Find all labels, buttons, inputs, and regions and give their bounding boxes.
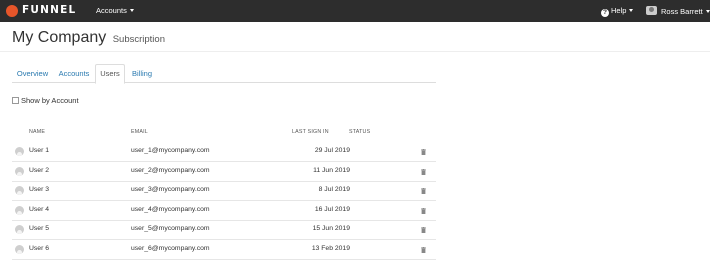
user-avatar-icon xyxy=(646,6,657,15)
user-email: user_4@mycompany.com xyxy=(131,206,210,213)
user-email: user_6@mycompany.com xyxy=(131,245,210,252)
tab-bar: Overview Accounts Users Billing xyxy=(12,64,436,84)
chevron-down-icon xyxy=(129,9,134,12)
column-header-status: STATUS xyxy=(349,129,371,135)
table-row: User 1 user_1@mycompany.com 29 Jul 2019 xyxy=(12,142,436,162)
user-menu-dropdown[interactable]: Ross Barrett xyxy=(646,6,710,16)
user-menu-name: Ross Barrett xyxy=(661,7,703,16)
column-header-email: EMAIL xyxy=(131,129,148,135)
accounts-dropdown[interactable]: Accounts xyxy=(96,6,134,15)
question-circle-icon: ? xyxy=(601,9,609,17)
header-divider xyxy=(0,51,710,52)
page-title-company: My Company xyxy=(12,29,107,46)
user-last-sign-in: 13 Feb 2019 xyxy=(311,245,350,252)
chevron-down-icon xyxy=(629,9,634,12)
user-email: user_5@mycompany.com xyxy=(131,225,210,232)
column-header-last-sign-in: LAST SIGN IN xyxy=(292,129,329,135)
user-email: user_1@mycompany.com xyxy=(131,147,210,154)
trash-icon[interactable] xyxy=(421,169,426,175)
user-circle-icon xyxy=(15,147,24,156)
column-header-name: NAME xyxy=(29,129,46,135)
tab-accounts[interactable]: Accounts xyxy=(53,64,95,83)
user-name: User 1 xyxy=(29,147,50,154)
top-navbar: FUNNEL Accounts ? Help Ross Barrett xyxy=(0,0,710,22)
tab-overview[interactable]: Overview xyxy=(12,64,53,83)
user-email: user_3@mycompany.com xyxy=(131,186,210,193)
tab-billing[interactable]: Billing xyxy=(125,64,159,83)
user-circle-icon xyxy=(15,167,24,176)
tab-users[interactable]: Users xyxy=(95,64,125,84)
trash-icon[interactable] xyxy=(421,227,426,233)
user-circle-icon xyxy=(15,245,24,254)
user-name: User 4 xyxy=(29,206,50,213)
brand-name[interactable]: FUNNEL xyxy=(22,4,76,16)
trash-icon[interactable] xyxy=(421,188,426,194)
show-by-account-label: Show by Account xyxy=(21,96,79,105)
user-name: User 5 xyxy=(29,225,50,232)
user-last-sign-in: 29 Jul 2019 xyxy=(314,147,350,154)
table-row: User 2 user_2@mycompany.com 11 Jun 2019 xyxy=(12,162,436,182)
user-circle-icon xyxy=(15,225,24,234)
user-name: User 2 xyxy=(29,167,50,174)
user-circle-icon xyxy=(15,186,24,195)
user-email: user_2@mycompany.com xyxy=(131,167,210,174)
user-last-sign-in: 8 Jul 2019 xyxy=(318,186,350,193)
page-title: My Company Subscription xyxy=(12,29,165,47)
help-dropdown[interactable]: ? Help xyxy=(601,6,634,17)
user-circle-icon xyxy=(15,206,24,215)
trash-icon[interactable] xyxy=(421,208,426,214)
user-last-sign-in: 16 Jul 2019 xyxy=(314,206,350,213)
trash-icon[interactable] xyxy=(421,149,426,155)
show-by-account-toggle[interactable]: Show by Account xyxy=(12,96,79,105)
funnel-logo-icon[interactable] xyxy=(6,5,18,17)
show-by-account-checkbox[interactable] xyxy=(12,97,19,104)
table-row: User 5 user_5@mycompany.com 15 Jun 2019 xyxy=(12,220,436,240)
user-last-sign-in: 15 Jun 2019 xyxy=(312,225,350,232)
user-name: User 3 xyxy=(29,186,50,193)
user-name: User 6 xyxy=(29,245,50,252)
accounts-dropdown-label: Accounts xyxy=(96,6,127,15)
trash-icon[interactable] xyxy=(421,247,426,253)
help-dropdown-label: Help xyxy=(611,6,627,15)
chevron-down-icon xyxy=(705,10,710,13)
table-row: User 3 user_3@mycompany.com 8 Jul 2019 xyxy=(12,181,436,201)
user-last-sign-in: 11 Jun 2019 xyxy=(313,167,350,174)
table-row: User 6 user_6@mycompany.com 13 Feb 2019 xyxy=(12,240,436,260)
page-subtitle: Subscription xyxy=(112,34,165,45)
table-row: User 4 user_4@mycompany.com 16 Jul 2019 xyxy=(12,201,436,221)
